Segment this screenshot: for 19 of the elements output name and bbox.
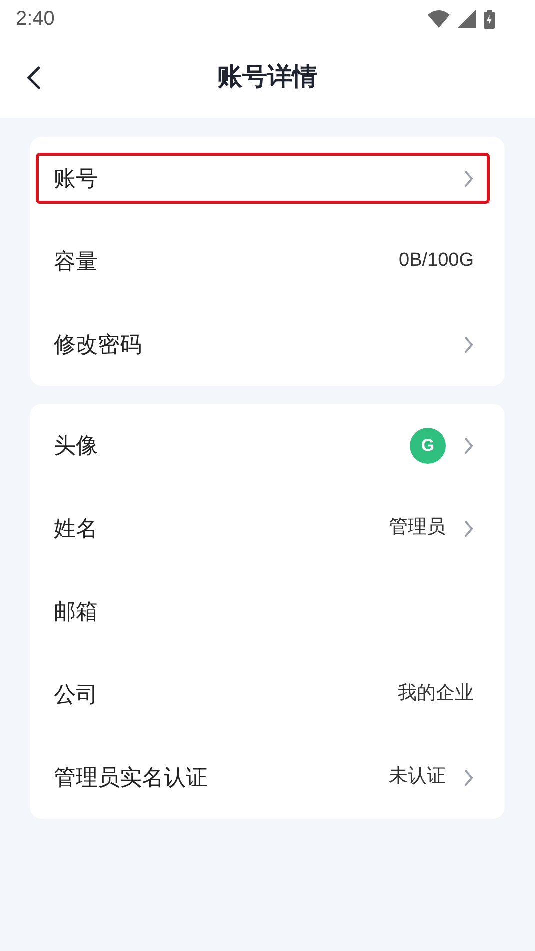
row-value: 未认证: [389, 765, 446, 790]
row-label: 邮箱: [54, 598, 99, 626]
row-label: 容量: [54, 248, 99, 276]
page-title: 账号详情: [218, 62, 318, 94]
row-label: 姓名: [54, 515, 99, 543]
back-icon[interactable]: [26, 66, 42, 90]
row-label: 头像: [54, 432, 99, 460]
row-value: 我的企业: [398, 682, 474, 706]
signal-icon: [458, 10, 476, 28]
row-label: 公司: [54, 681, 99, 709]
row-label: 修改密码: [54, 331, 143, 359]
avatar: G: [410, 428, 446, 464]
row-value: 管理员: [389, 516, 446, 540]
row-value: 0B/100G: [399, 249, 474, 274]
battery-icon: [484, 10, 495, 28]
wifi-icon: [428, 10, 450, 28]
row-label: 管理员实名认证: [54, 764, 209, 792]
status-time: 2:40: [16, 7, 55, 32]
row-label: 账号: [54, 165, 99, 193]
